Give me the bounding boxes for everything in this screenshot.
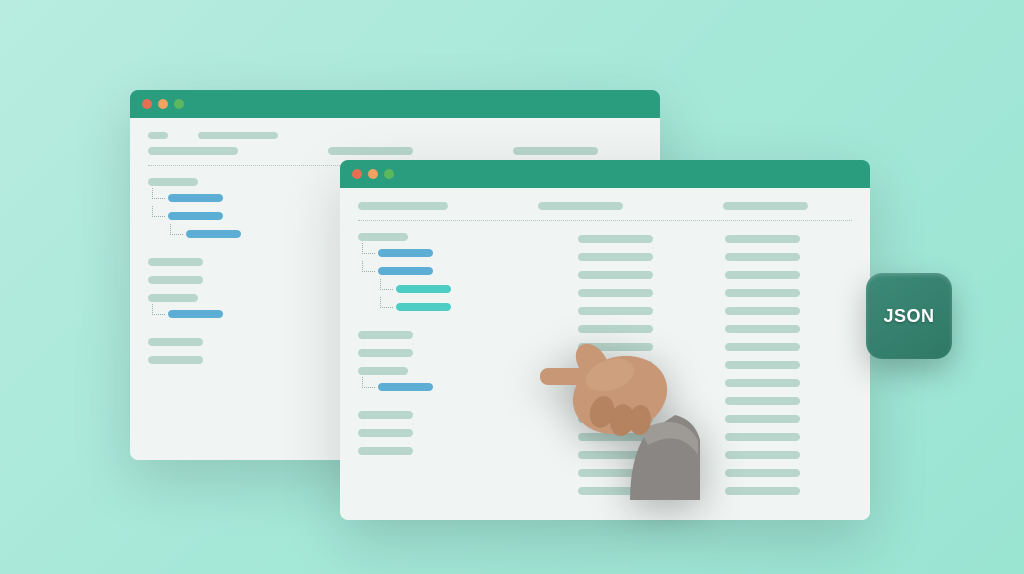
- titlebar: [130, 90, 660, 118]
- data-cell: [725, 451, 800, 459]
- tree-column: [358, 233, 558, 495]
- tree-item[interactable]: [148, 276, 203, 284]
- tree-child[interactable]: [378, 383, 433, 391]
- data-cell: [725, 469, 800, 477]
- close-icon[interactable]: [352, 169, 362, 179]
- column-header: [148, 147, 238, 155]
- data-cell: [725, 379, 800, 387]
- data-cell: [578, 235, 653, 243]
- data-cell: [578, 253, 653, 261]
- data-cell: [725, 487, 800, 495]
- data-cell: [578, 451, 653, 459]
- data-column: [725, 233, 852, 495]
- column-headers: [358, 202, 852, 221]
- tree-item[interactable]: [358, 349, 413, 357]
- maximize-icon[interactable]: [384, 169, 394, 179]
- placeholder-pill: [148, 132, 168, 139]
- close-icon[interactable]: [142, 99, 152, 109]
- data-cell: [578, 415, 653, 423]
- column-header: [723, 202, 808, 210]
- column-header: [358, 202, 448, 210]
- data-cell: [578, 361, 653, 369]
- tree-parent[interactable]: [148, 294, 198, 302]
- placeholder-pill: [198, 132, 278, 139]
- data-cell: [578, 307, 653, 315]
- tree-parent[interactable]: [148, 178, 198, 186]
- json-badge: JSON: [866, 273, 952, 359]
- data-cell: [725, 307, 800, 315]
- tree-item[interactable]: [148, 356, 203, 364]
- tree-child-active[interactable]: [396, 285, 451, 293]
- titlebar: [340, 160, 870, 188]
- minimize-icon[interactable]: [158, 99, 168, 109]
- data-cell: [578, 487, 653, 495]
- data-cell: [725, 397, 800, 405]
- data-cell: [725, 343, 800, 351]
- tree-item[interactable]: [358, 411, 413, 419]
- tree-child-active[interactable]: [396, 303, 451, 311]
- tree-child[interactable]: [186, 230, 241, 238]
- data-cell: [578, 379, 653, 387]
- header-meta: [148, 132, 642, 139]
- data-cell: [578, 469, 653, 477]
- window-body: [340, 188, 870, 509]
- tree-child[interactable]: [168, 194, 223, 202]
- data-cell: [725, 271, 800, 279]
- tree-parent[interactable]: [358, 233, 408, 241]
- column-header: [538, 202, 623, 210]
- data-cell: [725, 253, 800, 261]
- json-label: JSON: [883, 306, 934, 327]
- data-cell: [578, 397, 653, 405]
- tree-child[interactable]: [168, 310, 223, 318]
- data-cell: [578, 343, 653, 351]
- data-cell: [725, 361, 800, 369]
- tree-item[interactable]: [358, 331, 413, 339]
- data-cell: [725, 289, 800, 297]
- tree-item[interactable]: [148, 338, 203, 346]
- data-cell: [725, 415, 800, 423]
- data-cell: [578, 325, 653, 333]
- column-header: [513, 147, 598, 155]
- data-cell: [725, 433, 800, 441]
- tree-item[interactable]: [358, 447, 413, 455]
- tree-parent[interactable]: [358, 367, 408, 375]
- data-column: [578, 233, 705, 495]
- data-cell: [578, 271, 653, 279]
- data-cell: [725, 235, 800, 243]
- data-cell: [578, 289, 653, 297]
- column-header: [328, 147, 413, 155]
- data-cell: [725, 325, 800, 333]
- tree-child[interactable]: [168, 212, 223, 220]
- tree-item[interactable]: [358, 429, 413, 437]
- tree-child[interactable]: [378, 249, 433, 257]
- maximize-icon[interactable]: [174, 99, 184, 109]
- data-cell: [578, 433, 653, 441]
- tree-item[interactable]: [148, 258, 203, 266]
- tree-column: [148, 178, 348, 374]
- minimize-icon[interactable]: [368, 169, 378, 179]
- window-front: [340, 160, 870, 520]
- tree-child[interactable]: [378, 267, 433, 275]
